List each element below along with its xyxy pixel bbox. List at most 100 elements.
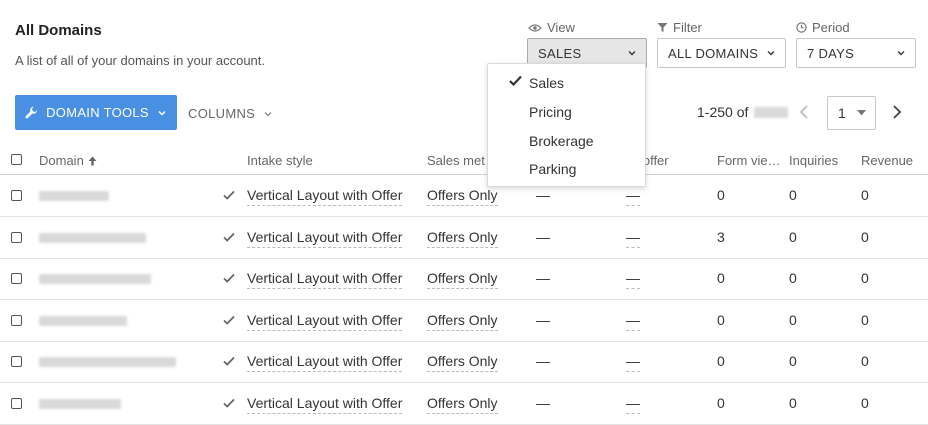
table-row[interactable]: Vertical Layout with Offer Offers Only — — 0… xyxy=(0,341,928,384)
offer-value[interactable]: — xyxy=(626,395,640,414)
offer-value[interactable]: — xyxy=(626,312,640,331)
sales-method-value[interactable]: Offers Only xyxy=(427,187,498,206)
filter-label: Filter xyxy=(657,20,702,35)
sort-ascending-icon xyxy=(88,156,97,165)
intake-style-value[interactable]: Vertical Layout with Offer xyxy=(247,270,403,290)
form-views-value: 0 xyxy=(717,187,725,203)
revenue-value: 0 xyxy=(861,395,869,411)
checkmark-icon xyxy=(223,315,235,325)
view-option-sales[interactable]: Sales xyxy=(529,75,564,91)
col4-value: — xyxy=(536,311,550,328)
intake-style-value[interactable]: Vertical Layout with Offer xyxy=(247,187,403,206)
domain-name[interactable] xyxy=(39,399,121,409)
checkmark-icon xyxy=(223,232,235,242)
table-row[interactable]: Vertical Layout with Offer Offers Only — — 0… xyxy=(0,258,928,301)
filter-select[interactable]: ALL DOMAINS xyxy=(657,38,786,68)
revenue-value: 0 xyxy=(861,228,869,245)
clock-icon xyxy=(796,22,807,33)
intake-style-value[interactable]: Vertical Layout with Offer xyxy=(247,312,403,331)
domain-name[interactable] xyxy=(39,315,127,326)
checkmark-icon xyxy=(223,274,235,283)
period-label: Period xyxy=(796,20,850,35)
col4-value: — xyxy=(536,187,550,203)
column-header-sales-method[interactable]: Sales met xyxy=(427,153,487,168)
inquiries-value: 0 xyxy=(789,187,797,203)
sales-method-value[interactable]: Offers Only xyxy=(427,395,498,414)
revenue-value: 0 xyxy=(861,270,869,287)
intake-style-value[interactable]: Vertical Layout with Offer xyxy=(247,229,403,248)
domain-tools-button[interactable]: DOMAIN TOOLS xyxy=(15,95,177,130)
col4-value: — xyxy=(536,395,550,411)
sales-method-value[interactable]: Offers Only xyxy=(427,270,498,290)
offer-value[interactable]: — xyxy=(626,270,640,290)
offer-value[interactable]: — xyxy=(626,229,640,248)
select-all-checkbox[interactable] xyxy=(11,154,22,165)
form-views-value: 0 xyxy=(717,270,725,287)
view-dropdown-menu: Sales Pricing Brokerage Parking xyxy=(487,63,646,187)
redacted-count xyxy=(754,106,789,118)
view-option-brokerage[interactable]: Brokerage xyxy=(529,133,594,149)
table-row[interactable]: Vertical Layout with Offer Offers Only — — 0… xyxy=(0,383,928,425)
form-views-value: 0 xyxy=(717,311,725,328)
inquiries-value: 0 xyxy=(789,353,797,370)
intake-style-value[interactable]: Vertical Layout with Offer xyxy=(247,353,403,373)
row-checkbox[interactable] xyxy=(11,314,22,326)
checkmark-icon xyxy=(509,75,522,86)
sales-method-value[interactable]: Offers Only xyxy=(427,229,498,248)
previous-page-icon[interactable] xyxy=(797,104,811,120)
domain-name[interactable] xyxy=(39,274,151,285)
next-page-icon[interactable] xyxy=(890,104,904,120)
column-header-domain[interactable]: Domain xyxy=(39,153,97,168)
table-row[interactable]: Vertical Layout with Offer Offers Only — — 0… xyxy=(0,175,928,217)
intake-style-value[interactable]: Vertical Layout with Offer xyxy=(247,395,403,414)
column-header-inquiries[interactable]: Inquiries xyxy=(789,153,838,168)
page-select[interactable]: 1 xyxy=(827,96,876,130)
domain-name[interactable] xyxy=(39,357,176,368)
chevron-down-icon xyxy=(264,111,272,116)
offer-value[interactable]: — xyxy=(626,187,640,206)
revenue-value: 0 xyxy=(861,311,869,328)
column-header-revenue[interactable]: Revenue xyxy=(861,153,913,168)
checkmark-icon xyxy=(223,357,235,367)
row-checkbox[interactable] xyxy=(11,273,22,285)
checkmark-icon xyxy=(223,398,235,408)
page-subtitle: A list of all of your domains in your ac… xyxy=(15,53,266,68)
revenue-value: 0 xyxy=(861,187,869,203)
domain-name[interactable] xyxy=(39,232,146,243)
row-checkbox[interactable] xyxy=(11,231,22,243)
caret-down-icon xyxy=(857,110,866,116)
sales-method-value[interactable]: Offers Only xyxy=(427,312,498,331)
wrench-icon xyxy=(25,106,38,119)
eye-icon xyxy=(528,23,542,32)
view-label: View xyxy=(528,20,575,35)
column-header-intake-style[interactable]: Intake style xyxy=(247,153,313,168)
form-views-value: 0 xyxy=(717,395,725,411)
form-views-value: 3 xyxy=(717,228,725,245)
table-row[interactable]: Vertical Layout with Offer Offers Only — — 3… xyxy=(0,217,928,259)
chevron-down-icon xyxy=(897,51,905,56)
domain-name[interactable] xyxy=(39,191,109,201)
period-select[interactable]: 7 DAYS xyxy=(796,38,916,68)
inquiries-value: 0 xyxy=(789,311,797,328)
row-checkbox[interactable] xyxy=(11,398,22,409)
table-row[interactable]: Vertical Layout with Offer Offers Only — — 0… xyxy=(0,300,928,342)
checkmark-icon xyxy=(223,190,235,200)
chevron-down-icon xyxy=(628,51,636,56)
view-option-pricing[interactable]: Pricing xyxy=(529,104,572,120)
row-checkbox[interactable] xyxy=(11,356,22,368)
revenue-value: 0 xyxy=(861,353,869,370)
inquiries-value: 0 xyxy=(789,395,797,411)
pagination-range: 1-250 of xyxy=(697,104,789,120)
form-views-value: 0 xyxy=(717,353,725,370)
columns-button[interactable]: COLUMNS xyxy=(188,106,273,121)
chevron-down-icon xyxy=(158,110,166,115)
view-option-parking[interactable]: Parking xyxy=(529,161,576,177)
page-title: All Domains xyxy=(15,22,102,39)
inquiries-value: 0 xyxy=(789,270,797,287)
col4-value: — xyxy=(536,270,550,287)
row-checkbox[interactable] xyxy=(11,190,22,201)
sales-method-value[interactable]: Offers Only xyxy=(427,353,498,373)
col4-value: — xyxy=(536,353,550,370)
offer-value[interactable]: — xyxy=(626,353,640,373)
column-header-form-views[interactable]: Form vie… xyxy=(717,153,781,168)
